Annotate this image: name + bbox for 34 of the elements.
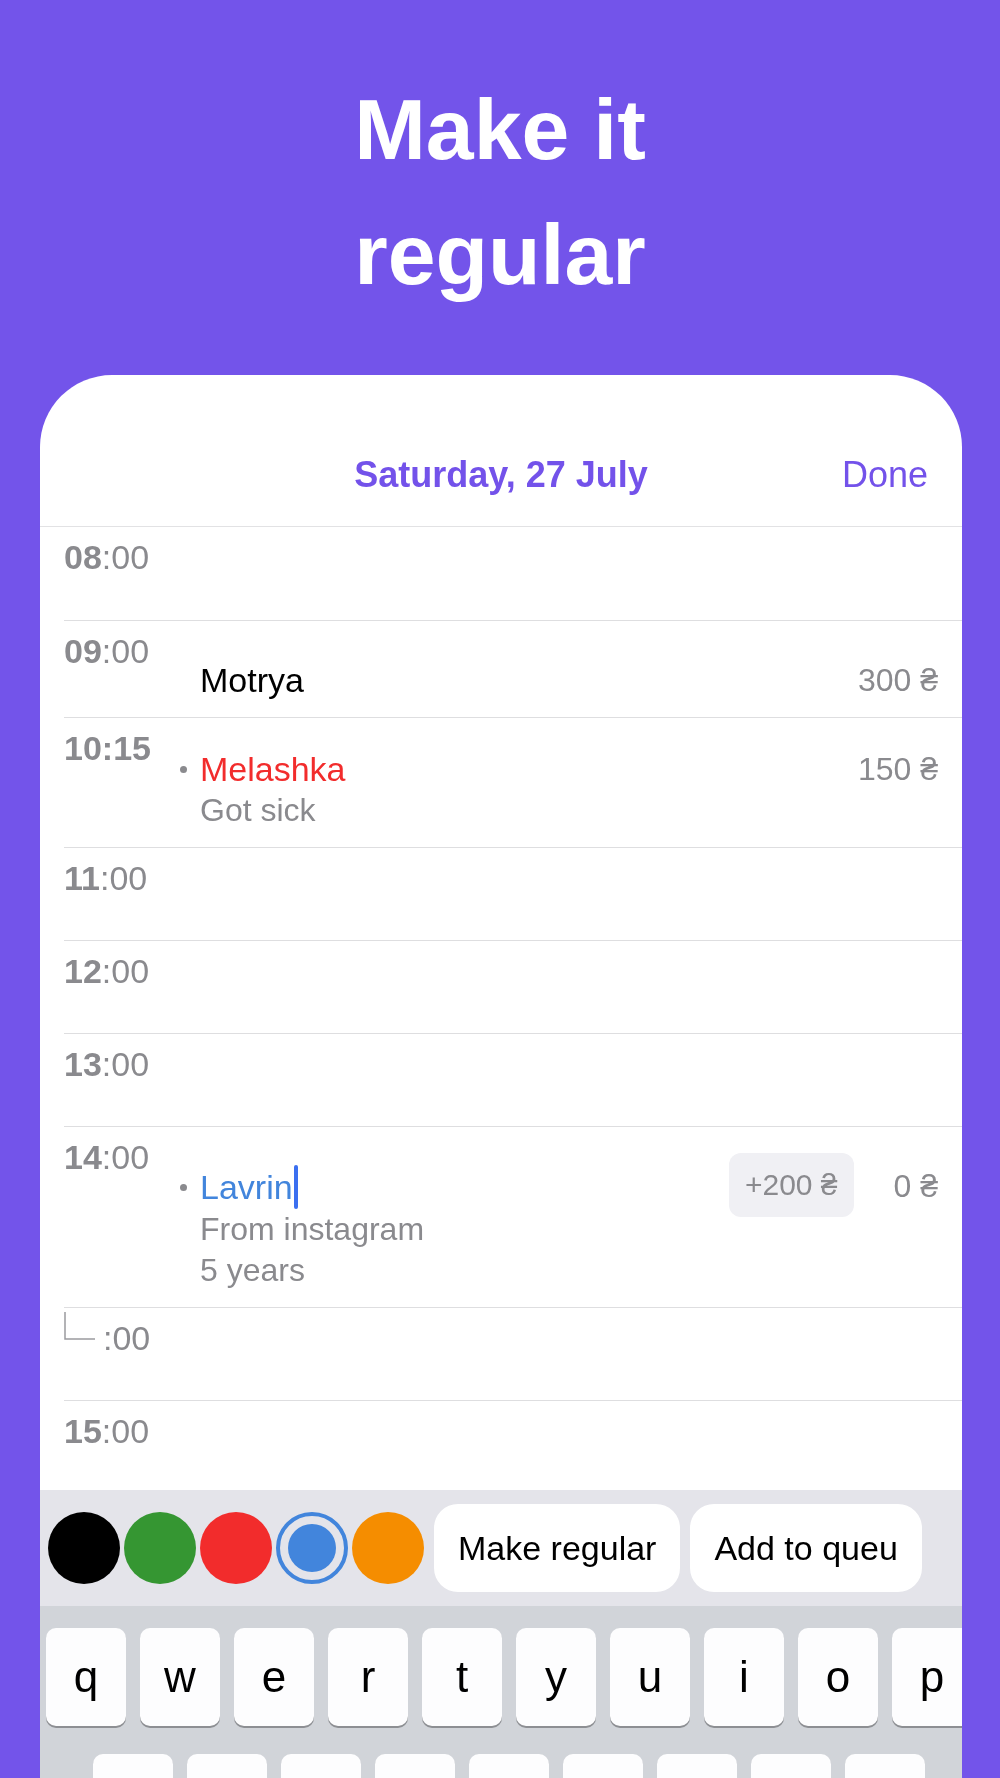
keyboard-key[interactable]: t bbox=[422, 1628, 502, 1726]
keyboard-key[interactable]: y bbox=[516, 1628, 596, 1726]
time-label: 10:15 bbox=[64, 728, 151, 768]
price-label: 300 ₴ bbox=[857, 661, 938, 700]
done-button[interactable]: Done bbox=[841, 454, 928, 496]
time-label: 12:00 bbox=[64, 951, 150, 991]
price-label: 0 ₴ bbox=[893, 1167, 938, 1206]
keyboard-key[interactable]: q bbox=[46, 1628, 126, 1726]
corner-line-icon bbox=[64, 1312, 95, 1340]
price-label: 150 ₴ bbox=[857, 750, 938, 789]
client-name[interactable]: Melashka bbox=[200, 748, 346, 790]
client-note: Got sick bbox=[200, 791, 317, 830]
time-label: 14:00 bbox=[64, 1137, 150, 1177]
time-label: 09:00 bbox=[64, 631, 150, 671]
time-label: 11:00 bbox=[64, 858, 148, 898]
keyboard-key[interactable]: p bbox=[892, 1628, 962, 1726]
date-title: Saturday, 27 July bbox=[354, 454, 648, 496]
keyboard-key[interactable]: w bbox=[140, 1628, 220, 1726]
keyboard-key[interactable]: u bbox=[610, 1628, 690, 1726]
client-name[interactable]: Lavrin bbox=[200, 1166, 293, 1208]
keyboard-key[interactable]: o bbox=[798, 1628, 878, 1726]
headline: Make it regular bbox=[353, 80, 647, 304]
time-label: 08:00 bbox=[64, 537, 150, 577]
client-name[interactable]: Motrya bbox=[200, 659, 304, 701]
time-label: :00 bbox=[103, 1318, 151, 1358]
keyboard-key[interactable]: e bbox=[234, 1628, 314, 1726]
action-button[interactable]: Add to queu bbox=[690, 1504, 922, 1592]
keyboard-key[interactable]: i bbox=[704, 1628, 784, 1726]
client-note: From instagram bbox=[200, 1210, 426, 1249]
time-label: 15:00 bbox=[64, 1411, 150, 1451]
action-button[interactable]: Make regular bbox=[434, 1504, 681, 1592]
client-note: 5 years bbox=[200, 1251, 306, 1290]
keyboard-key[interactable]: r bbox=[328, 1628, 408, 1726]
time-label: 13:00 bbox=[64, 1044, 150, 1084]
